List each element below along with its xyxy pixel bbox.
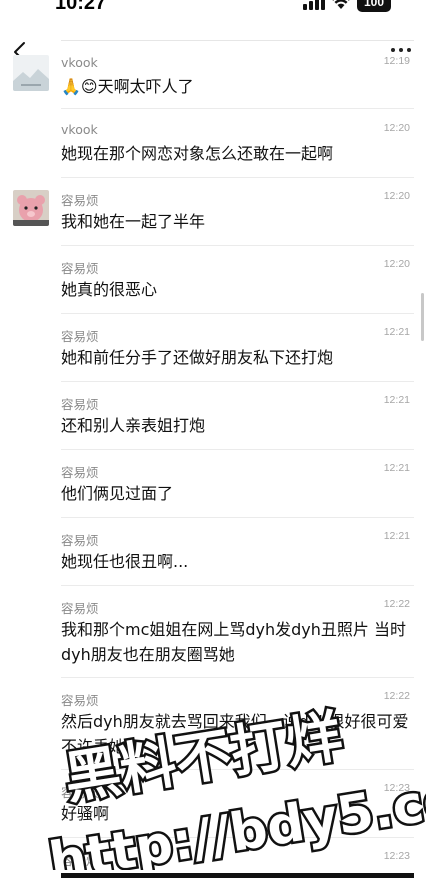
message-text: 她和前任分手了还做好朋友私下还打炮 [61, 348, 334, 367]
message-text: 然后dyh朋友就去骂回来我们，说dyh很好很可爱不许丢她... [61, 712, 409, 756]
message-item[interactable]: 容易烦 12:20 我和她在一起了半年 [0, 190, 426, 250]
message-sender: 容易烦 [61, 533, 99, 548]
message-text: 我和那个mc姐姐在网上骂dyh发dyh丑照片 当时dyh朋友也在朋友圈骂她 [61, 620, 407, 664]
message-item[interactable]: 容易烦 12:22 我和那个mc姐姐在网上骂dyh发dyh丑照片 当时dyh朋友也在… [0, 598, 426, 664]
message-sender: 容易烦 [61, 261, 99, 276]
message-sender: vkook [61, 55, 98, 70]
message-text: 她现在那个网恋对象怎么还敢在一起啊 [61, 144, 334, 163]
message-time: 12:21 [383, 326, 410, 338]
message-item[interactable]: vkook 12:19 🙏😊天啊太吓人了 [0, 55, 426, 115]
message-sender: 容易烦 [61, 601, 99, 616]
scrollbar-thumb[interactable] [421, 293, 424, 341]
status-bar: 10:27 100 [0, 0, 426, 14]
message-text: 我和她在一起了半年 [61, 212, 206, 231]
message-divider [61, 677, 414, 678]
message-time: 12:20 [383, 122, 410, 134]
message-text: 他们俩见过面了 [61, 484, 174, 503]
message-time: 12:20 [383, 258, 410, 270]
message-sender: 容易烦 [61, 193, 99, 208]
message-divider [61, 769, 414, 770]
message-sender: 容易烦 [61, 397, 99, 412]
message-time: 12:21 [383, 530, 410, 542]
wifi-icon [332, 0, 350, 9]
message-item[interactable]: 容易烦 12:23 好骚啊 [0, 782, 426, 842]
message-time: 12:21 [383, 394, 410, 406]
message-text: 🙏😊天啊太吓人了 [61, 77, 194, 96]
message-sender: 容易烦 [61, 785, 99, 800]
message-time: 12:23 [383, 782, 410, 794]
message-item[interactable]: 容易烦 12:20 她真的很恶心 [0, 258, 426, 318]
message-text: 还和别人亲表姐打炮 [61, 416, 206, 435]
message-time: 12:22 [383, 598, 410, 610]
message-item[interactable]: 容易烦 12:21 她和前任分手了还做好朋友私下还打炮 [0, 326, 426, 386]
message-sender: vkook [61, 122, 98, 137]
message-time: 12:22 [383, 690, 410, 702]
divider [61, 40, 414, 41]
status-time: 10:27 [55, 0, 107, 14]
message-time: 12:20 [383, 190, 410, 202]
avatar[interactable] [13, 55, 49, 91]
message-time: 12:21 [383, 462, 410, 474]
message-sender: 容易烦 [61, 853, 99, 868]
message-item[interactable]: 容易烦 12:21 还和别人亲表姐打炮 [0, 394, 426, 454]
avatar[interactable] [13, 190, 49, 226]
message-item[interactable]: vkook 12:20 她现在那个网恋对象怎么还敢在一起啊 [0, 122, 426, 182]
battery-icon: 100 [357, 0, 391, 12]
message-text: 她真的很恶心 [61, 280, 158, 299]
bottom-bar [61, 873, 414, 878]
message-item[interactable]: 容易烦 12:21 他们俩见过面了 [0, 462, 426, 522]
message-time: 12:23 [383, 850, 410, 862]
message-item[interactable]: 容易烦 12:22 然后dyh朋友就去骂回来我们，说dyh很好很可爱不许丢她... [0, 690, 426, 756]
message-time: 12:19 [383, 55, 410, 67]
message-text: 好骚啊 [61, 804, 110, 823]
message-item[interactable]: 容易烦 12:21 她现任也很丑啊... [0, 530, 426, 590]
message-sender: 容易烦 [61, 465, 99, 480]
message-sender: 容易烦 [61, 693, 99, 708]
message-text: 她现任也很丑啊... [61, 552, 189, 571]
message-sender: 容易烦 [61, 329, 99, 344]
signal-icon [303, 0, 325, 10]
